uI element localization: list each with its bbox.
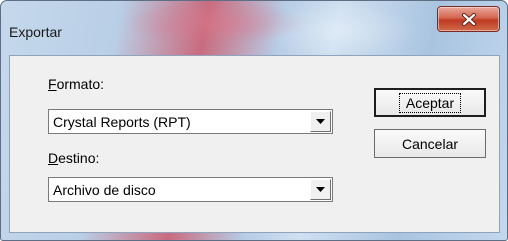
title-bar[interactable]: Exportar: [1, 1, 507, 55]
destination-select-value: Archivo de disco: [53, 182, 156, 198]
format-select[interactable]: Crystal Reports (RPT): [48, 109, 333, 134]
destination-dropdown-button[interactable]: [310, 179, 331, 200]
chevron-down-icon: [316, 119, 325, 124]
close-icon: [461, 12, 476, 26]
window-title: Exportar: [9, 24, 62, 40]
export-dialog: Exportar Formato: Crystal Reports (RPT) …: [0, 0, 508, 241]
format-dropdown-button[interactable]: [310, 111, 331, 132]
destination-select[interactable]: Archivo de disco: [48, 177, 333, 202]
destination-label: Destino:: [48, 150, 100, 166]
chevron-down-icon: [316, 187, 325, 192]
cancel-button[interactable]: Cancelar: [374, 129, 486, 158]
accept-button[interactable]: Aceptar: [374, 88, 486, 117]
format-label: Formato:: [48, 76, 105, 92]
dialog-body: Formato: Crystal Reports (RPT) Destino: …: [9, 55, 500, 233]
format-select-value: Crystal Reports (RPT): [53, 114, 191, 130]
close-button[interactable]: [437, 6, 500, 32]
